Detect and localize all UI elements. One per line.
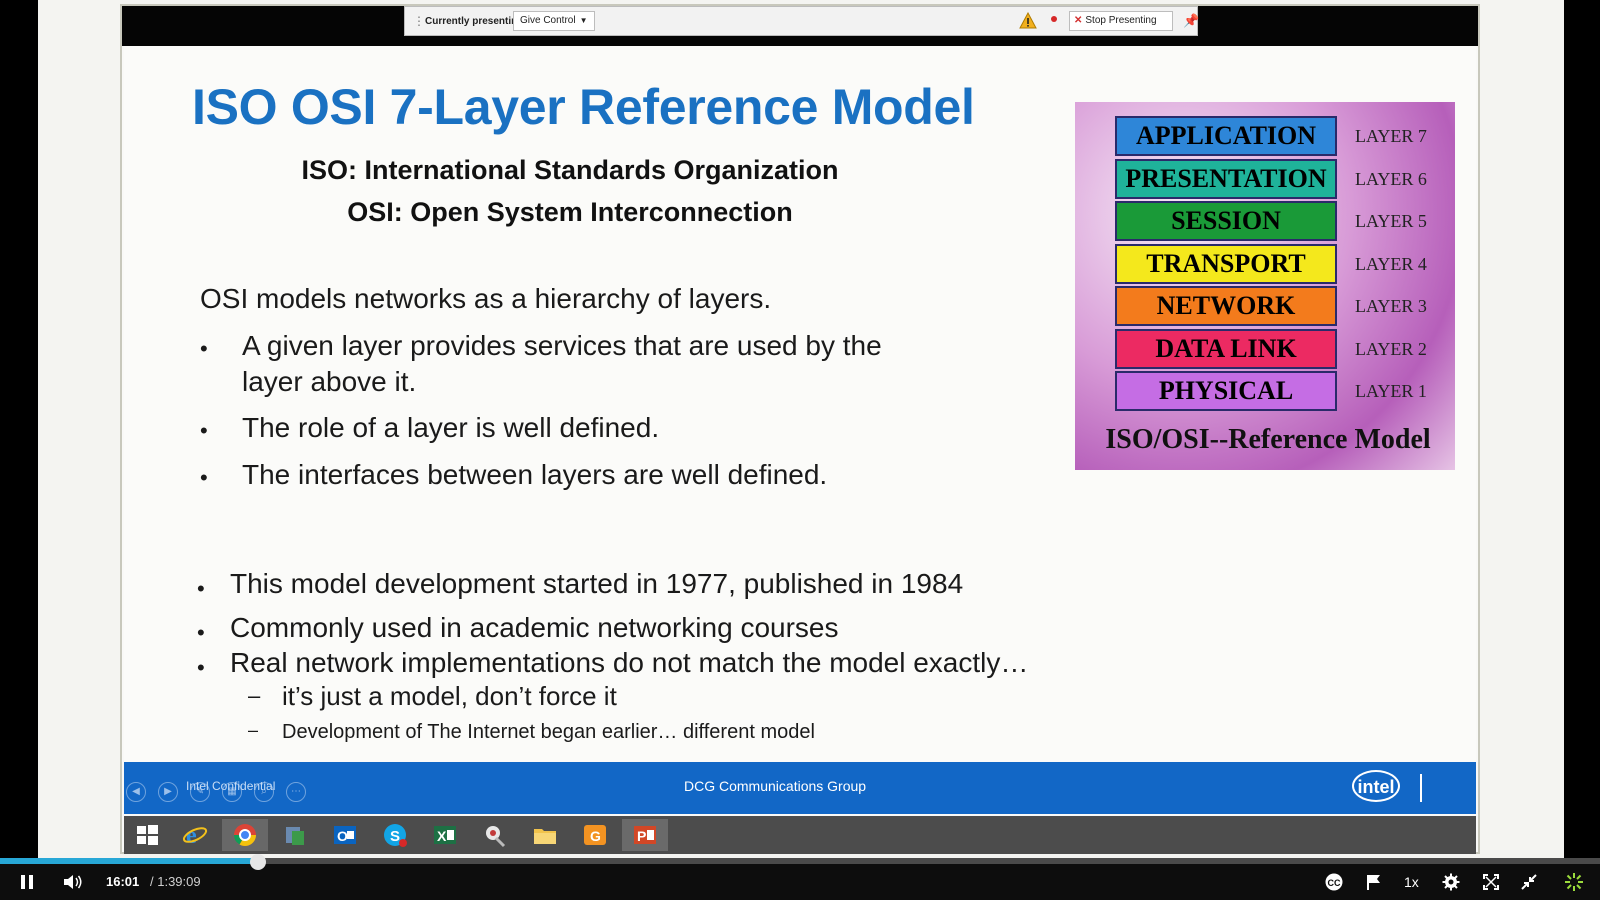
- video-player-controls: [0, 858, 1600, 900]
- footer-group-name: DCG Communications Group: [684, 778, 867, 794]
- osi-layer-block: APPLICATION: [1115, 116, 1337, 156]
- drag-handle-icon[interactable]: ⋮: [413, 14, 425, 28]
- bullet-icon: •: [200, 418, 208, 443]
- powerpoint-icon[interactable]: P: [622, 819, 668, 851]
- subtitle-iso: ISO: International Standards Organizatio…: [301, 155, 839, 185]
- sub-bullet-text: it’s just a model, don’t force it: [282, 681, 617, 711]
- bullet-text: This model development started in 1977, …: [230, 568, 964, 599]
- confidential-label: Intel Confidential: [186, 779, 276, 793]
- svg-text:O: O: [337, 828, 348, 844]
- bullet-text: Real network implementations do not matc…: [230, 647, 1029, 678]
- stop-presenting-button[interactable]: ✕ Stop Presenting: [1069, 11, 1173, 31]
- give-control-label: Give Control: [520, 15, 576, 26]
- osi-layer-number: LAYER 4: [1355, 253, 1427, 274]
- snipping-tool-icon[interactable]: [472, 819, 518, 851]
- volume-icon[interactable]: [62, 873, 84, 891]
- svg-text:P: P: [637, 828, 646, 844]
- pin-icon[interactable]: 📌: [1183, 13, 1199, 29]
- osi-layer-number: LAYER 1: [1355, 381, 1427, 401]
- svg-text:G: G: [590, 828, 601, 844]
- bullet-text: The interfaces between layers are well d…: [242, 459, 828, 490]
- pause-icon[interactable]: [18, 873, 36, 891]
- bullet-icon: •: [200, 465, 208, 490]
- footer-divider: [1420, 774, 1422, 802]
- bullet-icon: •: [197, 620, 205, 645]
- presenting-status: Currently presenting: [425, 16, 524, 27]
- bullet-text: A given layer provides services that are…: [242, 330, 882, 361]
- presenting-toolbar: ⋮ Currently presenting Give Control ▼ ✕ St…: [404, 6, 1199, 36]
- slide-footer: ◀ ▶ ✎ ▦ ⌕ ⋯ Intel Confidential DCG Commu…: [124, 762, 1476, 814]
- dash-icon: –: [248, 683, 261, 708]
- osi-layer-number: LAYER 5: [1355, 211, 1427, 231]
- chrome-icon[interactable]: [222, 819, 268, 851]
- closed-captions-icon[interactable]: CC: [1324, 873, 1344, 891]
- internet-explorer-icon[interactable]: e: [172, 819, 218, 851]
- slide-title: ISO OSI 7-Layer Reference Model: [192, 79, 975, 135]
- bullet-text-continued: layer above it.: [242, 366, 417, 397]
- osi-layer-number: LAYER 3: [1355, 296, 1427, 316]
- file-manager-icon[interactable]: [272, 819, 318, 851]
- duration: / 1:39:09: [150, 874, 201, 889]
- stop-presenting-label: Stop Presenting: [1085, 15, 1157, 26]
- bullet-icon: •: [197, 576, 205, 601]
- windows-start-icon[interactable]: [124, 819, 170, 851]
- bullet-text: The role of a layer is well defined.: [242, 412, 660, 443]
- bullet-icon: •: [197, 655, 205, 680]
- fullscreen-icon[interactable]: [1482, 873, 1500, 891]
- osi-layer-block: TRANSPORT: [1115, 243, 1337, 284]
- intro-text: OSI models networks as a hierarchy of la…: [200, 283, 772, 314]
- osi-layer-block: NETWORK: [1115, 286, 1337, 326]
- more-options-icon[interactable]: ⋯: [286, 782, 306, 802]
- right-letterbox: [1564, 0, 1600, 858]
- intel-logo: intel: [1352, 770, 1400, 802]
- close-icon: ✕: [1074, 15, 1083, 26]
- warning-icon[interactable]: [1019, 12, 1037, 30]
- loading-spinner-icon: [1564, 872, 1584, 892]
- osi-layer-number: LAYER 6: [1355, 168, 1427, 189]
- osi-layer-block: SESSION: [1115, 201, 1337, 241]
- file-explorer-icon[interactable]: [522, 819, 568, 851]
- minimize-player-icon[interactable]: [1520, 873, 1538, 891]
- osi-layer-number: LAYER 7: [1355, 126, 1427, 146]
- chevron-down-icon: ▼: [579, 16, 588, 25]
- osi-layer-block: PRESENTATION: [1115, 158, 1337, 199]
- progress-scrubber[interactable]: [249, 854, 266, 870]
- left-letterbox: [0, 0, 38, 858]
- bullet-text: Commonly used in academic networking cou…: [230, 612, 839, 643]
- osi-caption: ISO/OSI--Reference Model: [1105, 424, 1431, 455]
- calendar-app-icon[interactable]: G: [572, 819, 618, 851]
- subtitle-osi: OSI: Open System Interconnection: [347, 197, 793, 227]
- svg-text:CC: CC: [1328, 878, 1341, 888]
- sub-bullet-text: Development of The Internet began earlie…: [282, 721, 815, 743]
- settings-gear-icon[interactable]: [1442, 873, 1460, 891]
- osi-layer-block: PHYSICAL: [1115, 371, 1337, 411]
- recording-indicator-icon: [1051, 16, 1057, 22]
- dash-icon: –: [248, 720, 259, 740]
- give-control-dropdown[interactable]: Give Control ▼: [513, 11, 595, 31]
- next-slide-icon[interactable]: ▶: [158, 782, 178, 802]
- svg-text:S: S: [390, 828, 400, 845]
- current-time: 16:01: [106, 874, 140, 889]
- osi-layer-block: DATA LINK: [1115, 328, 1337, 369]
- svg-text:X: X: [437, 828, 447, 844]
- progress-fill: [0, 858, 258, 864]
- skype-icon[interactable]: S: [372, 819, 418, 851]
- osi-diagram: APPLICATION LAYER 7 PRESENTATION LAYER 6 SES…: [1075, 102, 1455, 470]
- osi-layer-number: LAYER 2: [1355, 338, 1427, 359]
- windows-taskbar: e O S X G P: [124, 816, 1476, 854]
- playback-speed[interactable]: 1x: [1404, 874, 1419, 890]
- flag-icon[interactable]: [1364, 873, 1382, 891]
- svg-text:e: e: [186, 823, 197, 848]
- previous-slide-icon[interactable]: ◀: [126, 782, 146, 802]
- bullet-icon: •: [200, 336, 208, 361]
- outlook-icon[interactable]: O: [322, 819, 368, 851]
- excel-icon[interactable]: X: [422, 819, 468, 851]
